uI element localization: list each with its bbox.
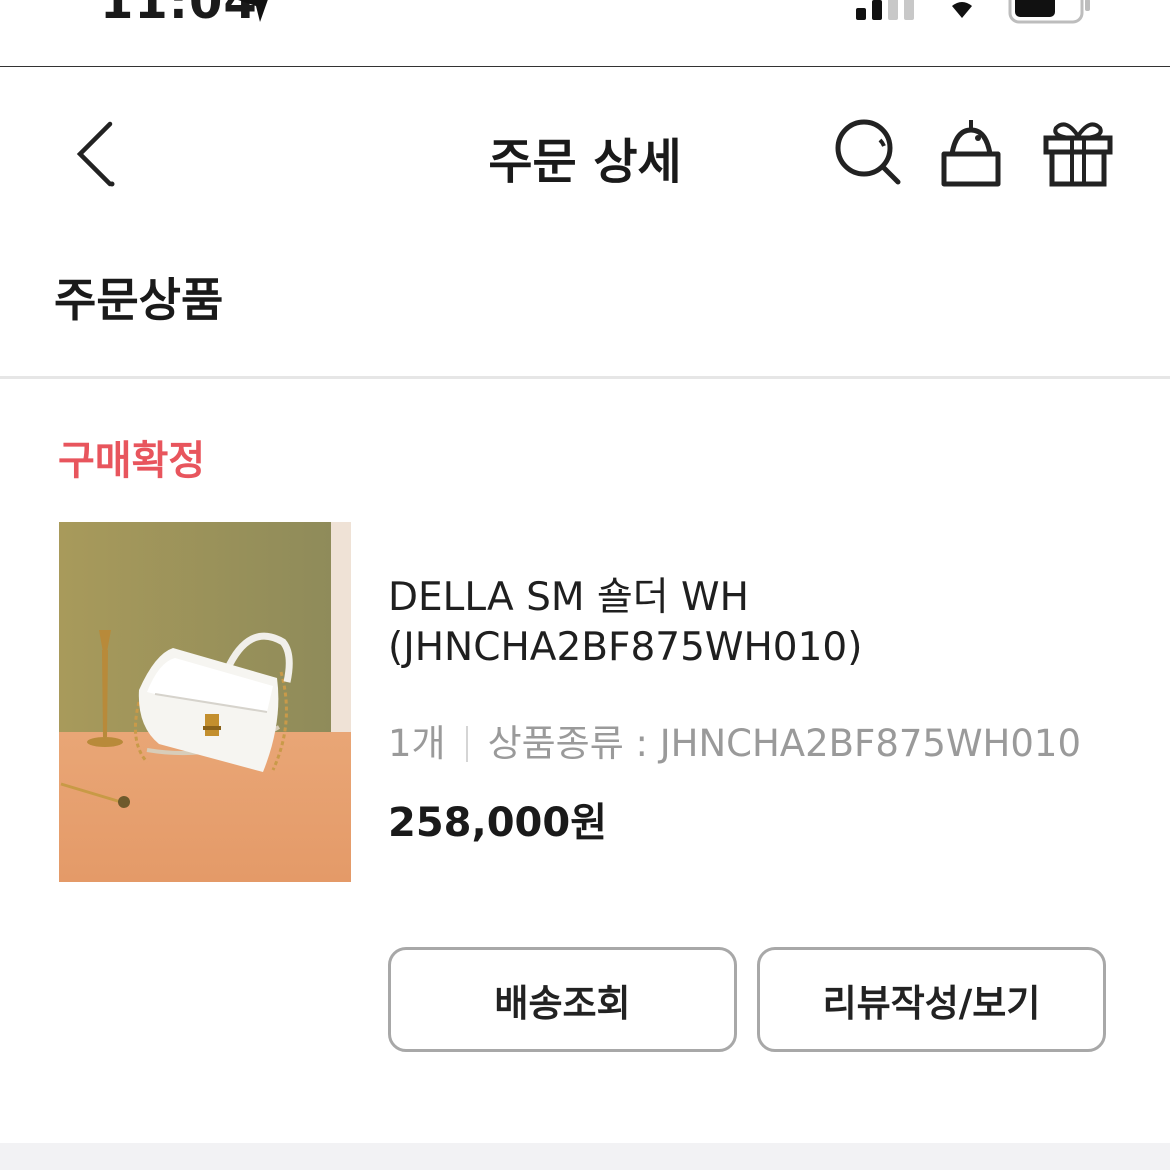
product-name-line1: DELLA SM 숄더 WH: [388, 575, 749, 620]
section-divider: [0, 376, 1170, 379]
meta-separator: [465, 726, 468, 762]
product-option: 상품종류 : JHNCHA2BF875WH010: [487, 722, 1081, 765]
gift-button[interactable]: [1042, 116, 1114, 192]
section-gap: [0, 1143, 1170, 1170]
gift-icon: [1043, 122, 1113, 187]
order-status-label: 구매확정: [58, 438, 206, 484]
cart-button[interactable]: [938, 116, 1004, 192]
battery-icon: [1008, 0, 1090, 24]
wifi-icon: [947, 0, 977, 18]
section-title: 주문상품: [54, 273, 224, 327]
status-bar: 11:04: [0, 0, 1170, 67]
write-review-button[interactable]: 리뷰작성/보기: [757, 947, 1106, 1052]
location-arrow-icon: [238, 0, 268, 22]
track-delivery-button[interactable]: 배송조회: [388, 947, 737, 1052]
product-meta: 1개 상품종류 : JHNCHA2BF875WH010: [388, 713, 1081, 767]
status-time: 11:04: [100, 0, 258, 30]
product-name[interactable]: DELLA SM 숄더 WH (JHNCHA2BF875WH010): [388, 573, 862, 673]
product-name-line2: (JHNCHA2BF875WH010): [388, 625, 863, 670]
product-quantity: 1개: [388, 722, 446, 765]
product-image: [59, 522, 351, 882]
search-button[interactable]: [832, 116, 904, 192]
product-thumbnail[interactable]: [59, 522, 351, 882]
shopping-bag-icon: [941, 120, 1001, 187]
search-icon: [835, 119, 901, 185]
product-price: 258,000원: [388, 800, 607, 846]
signal-icon: [856, 0, 914, 20]
